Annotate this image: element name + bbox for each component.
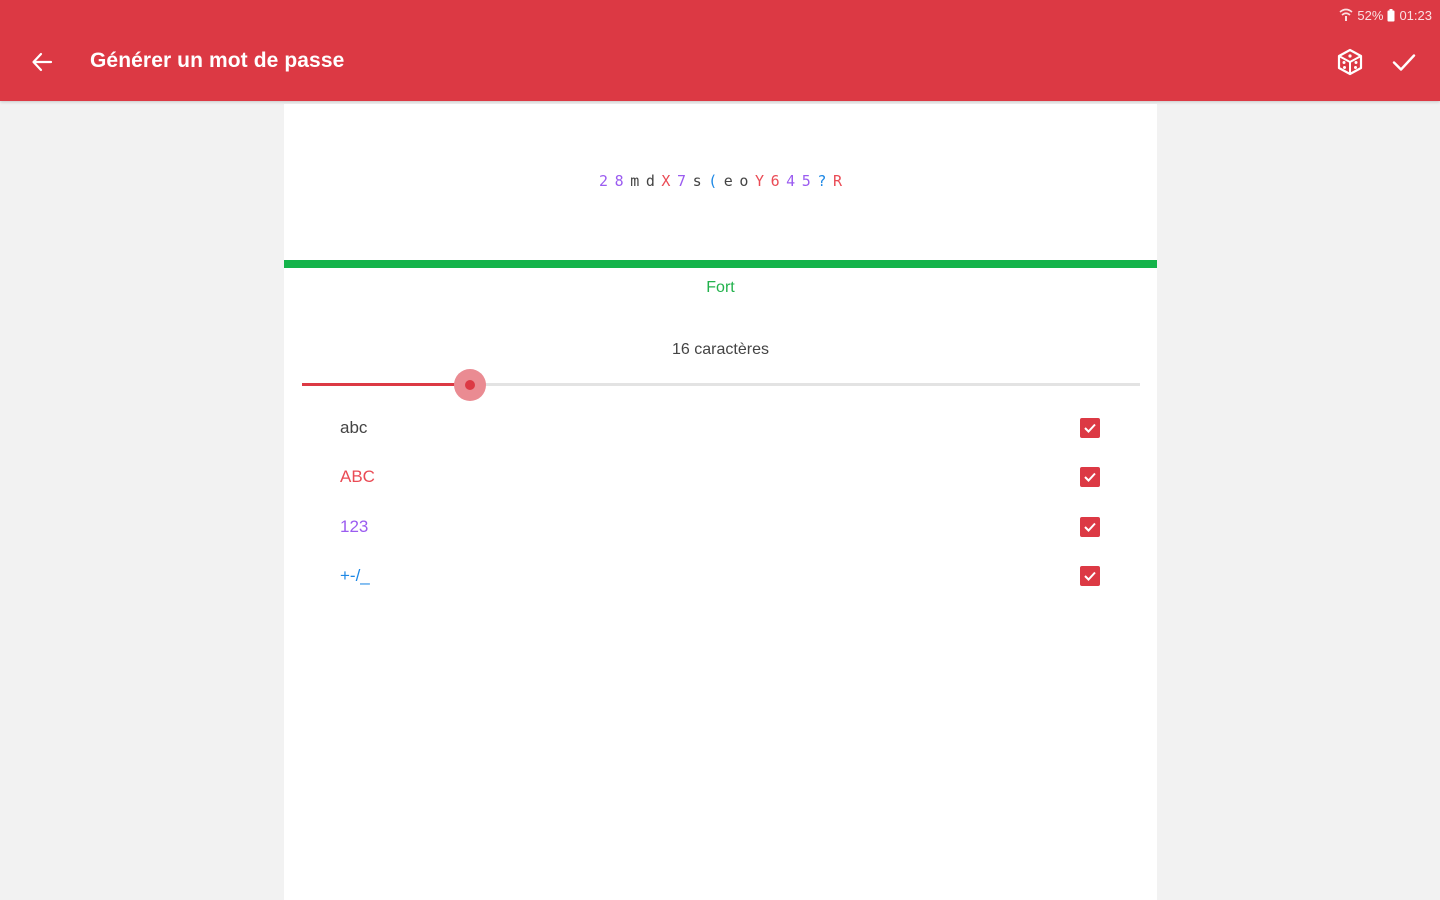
password-char: o xyxy=(739,172,749,190)
password-char: 5 xyxy=(801,172,811,190)
password-char: 2 xyxy=(599,172,609,190)
app-bar: 52% 01:23 Générer un mot de passe xyxy=(0,0,1440,101)
password-char: s xyxy=(692,172,702,190)
slider-thumb[interactable] xyxy=(453,369,486,401)
option-digits[interactable]: 123 xyxy=(340,510,1100,544)
lowercase-checkbox[interactable] xyxy=(1080,418,1100,438)
battery-percent: 52% xyxy=(1357,7,1384,23)
digits-checkbox[interactable] xyxy=(1080,517,1100,537)
length-slider[interactable] xyxy=(302,369,1140,401)
confirm-button[interactable] xyxy=(1384,44,1424,84)
option-lowercase[interactable]: abc xyxy=(340,411,1100,445)
dice-icon xyxy=(1336,48,1364,81)
check-icon xyxy=(1391,49,1417,80)
symbols-checkbox[interactable] xyxy=(1080,566,1100,586)
strength-meter-fill xyxy=(284,260,1157,268)
option-label: 123 xyxy=(340,517,369,536)
password-char: X xyxy=(661,172,671,190)
password-char: ( xyxy=(708,172,718,190)
slider-active-track xyxy=(302,383,470,386)
password-char: R xyxy=(832,172,842,190)
page-title: Générer un mot de passe xyxy=(90,49,345,72)
option-symbols[interactable]: +-/_ xyxy=(340,559,1100,593)
strength-label: Fort xyxy=(706,279,735,296)
uppercase-checkbox[interactable] xyxy=(1080,467,1100,487)
status-bar: 52% 01:23 xyxy=(1339,6,1432,24)
option-label: abc xyxy=(340,418,368,437)
battery-icon xyxy=(1387,8,1395,22)
strength-meter xyxy=(284,260,1157,268)
password-char: 7 xyxy=(677,172,687,190)
length-label: 16 caractères xyxy=(672,341,769,358)
regenerate-button[interactable] xyxy=(1330,44,1370,84)
password-char: Y xyxy=(754,172,764,190)
generator-panel: 2 8 m d X 7 s(e o Y 6 4 5? R Fort 16 caractères abc … xyxy=(284,104,1157,900)
password-char: ? xyxy=(817,172,827,190)
password-char: e xyxy=(723,172,733,190)
generated-password[interactable]: 2 8 m d X 7 s ( e o Y 6 4 5? R xyxy=(284,172,1157,190)
password-char: 8 xyxy=(614,172,624,190)
clock: 01:23 xyxy=(1399,7,1432,23)
password-char: m xyxy=(630,172,640,190)
checkmark-icon xyxy=(1084,423,1096,433)
password-char: 4 xyxy=(786,172,796,190)
option-label: +-/_ xyxy=(340,566,370,585)
wifi-icon xyxy=(1339,8,1353,22)
checkmark-icon xyxy=(1084,571,1096,581)
option-uppercase[interactable]: ABC xyxy=(340,460,1100,494)
arrow-left-icon xyxy=(31,51,53,78)
checkmark-icon xyxy=(1084,522,1096,532)
password-char: 6 xyxy=(770,172,780,190)
password-char: d xyxy=(645,172,655,190)
checkmark-icon xyxy=(1084,472,1096,482)
option-label: ABC xyxy=(340,467,375,486)
back-button[interactable] xyxy=(22,44,62,84)
